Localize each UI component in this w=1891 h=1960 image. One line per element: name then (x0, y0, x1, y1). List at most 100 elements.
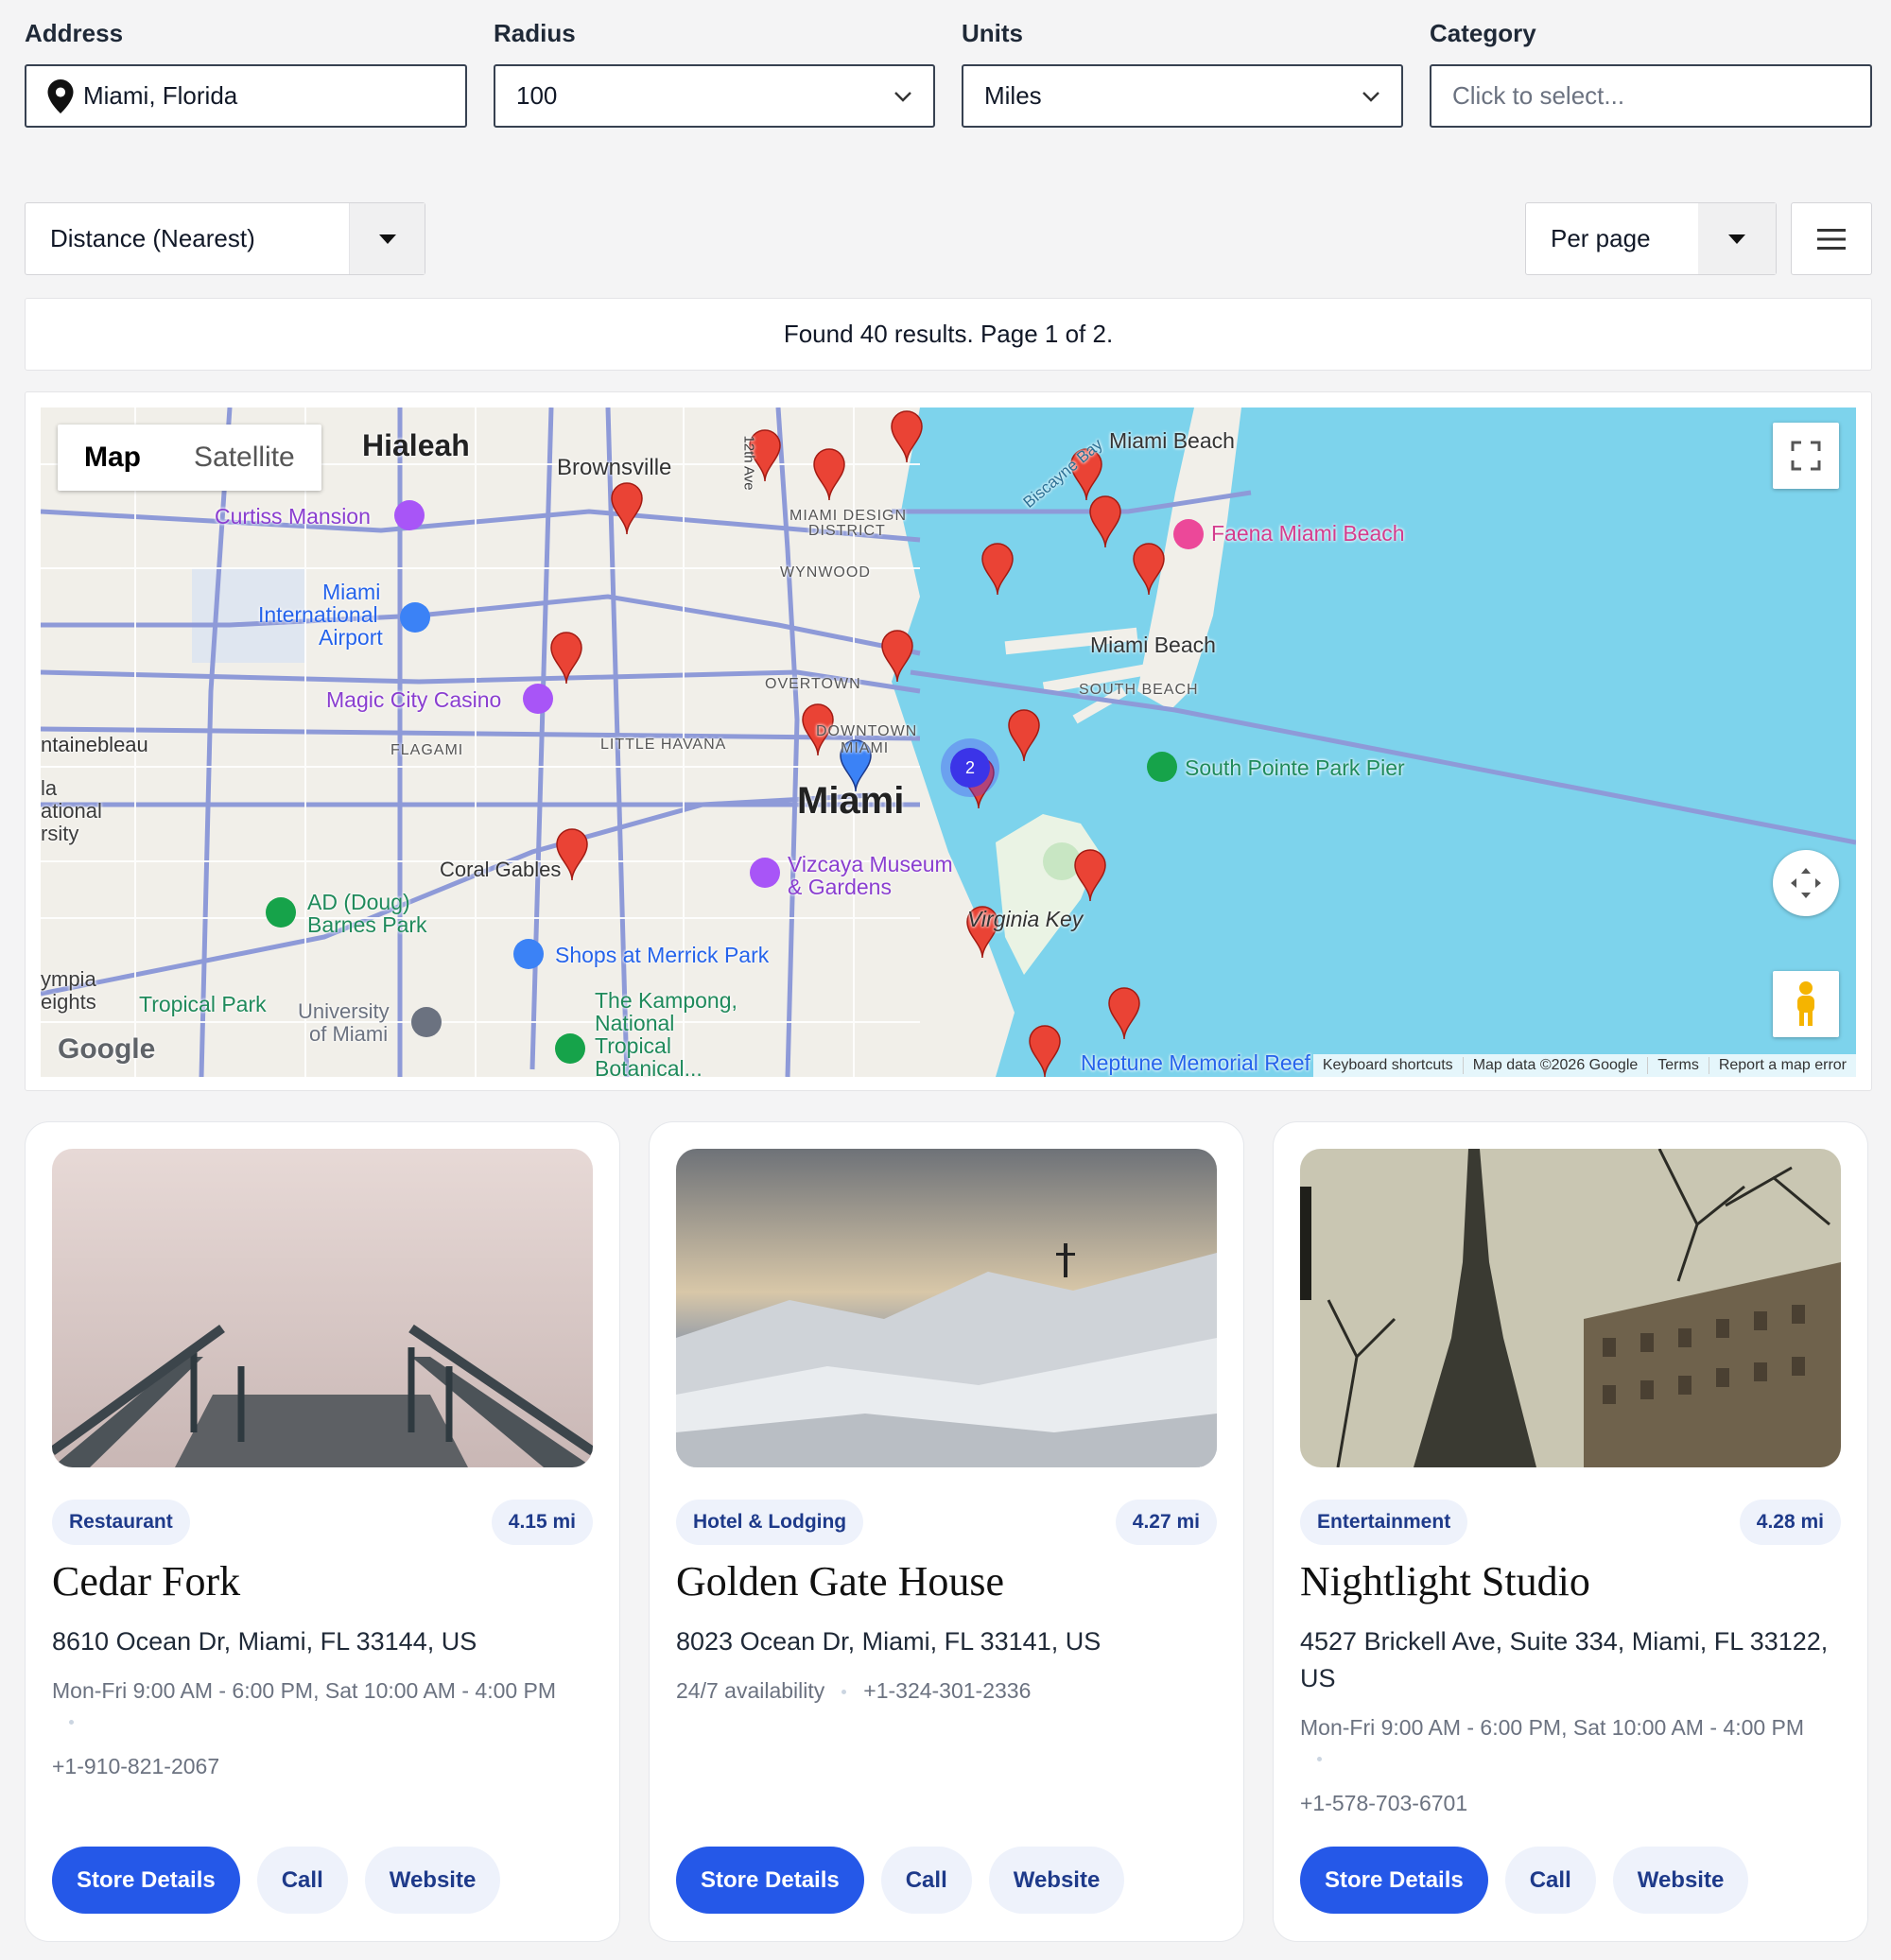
map-label-vizcaya-1[interactable]: Vizcaya Museum (788, 852, 953, 877)
map-label-fiu-3: rsity (41, 822, 79, 845)
caret-down-icon (378, 234, 396, 244)
location-card: Hotel & Lodging 4.27 mi Golden Gate Hous… (649, 1121, 1244, 1942)
location-name[interactable]: Golden Gate House (676, 1557, 1004, 1605)
camera-control-button[interactable] (1773, 850, 1839, 916)
store-details-button[interactable]: Store Details (52, 1847, 240, 1914)
map-cluster-marker[interactable]: 2 (950, 748, 990, 788)
map-label-kampong-4[interactable]: Botanical... (595, 1056, 703, 1077)
location-pin-icon (47, 78, 74, 113)
map-label-merrick-park[interactable]: Shops at Merrick Park (555, 943, 769, 968)
store-details-button[interactable]: Store Details (676, 1847, 864, 1914)
sort-caret[interactable] (349, 203, 425, 274)
map-attribution: Keyboard shortcuts Map data ©2026 Google… (1312, 1054, 1856, 1077)
map-label-olympia-2: eights (41, 990, 96, 1014)
per-page-value: Per page (1551, 224, 1651, 252)
cluster-count: 2 (964, 757, 975, 777)
street-view-button[interactable] (1773, 971, 1839, 1037)
map-label-hialeah: Hialeah (362, 428, 470, 462)
category-label: Category (1430, 19, 1536, 47)
map-label-design-district-2: DISTRICT (808, 523, 886, 539)
map-label-miami-beach: Miami Beach (1090, 633, 1216, 657)
google-logo: Google (58, 1033, 156, 1065)
results-summary: Found 40 results. Page 1 of 2. (25, 298, 1872, 371)
website-button[interactable]: Website (1612, 1847, 1749, 1914)
map-label-fontainebleau: ntainebleau (41, 733, 148, 756)
map-label-airport-2[interactable]: International (258, 602, 378, 628)
location-name[interactable]: Nightlight Studio (1300, 1557, 1590, 1605)
map-label-coral-gables: Coral Gables (440, 858, 562, 881)
map-type-control: Map Satellite (58, 425, 321, 491)
sort-select[interactable]: Distance (Nearest) (25, 202, 425, 275)
map-label-airport-3[interactable]: Airport (319, 625, 383, 650)
terms-link[interactable]: Terms (1647, 1057, 1709, 1074)
map-label-downtown: DOWNTOWN (816, 723, 918, 739)
map-type-map-button[interactable]: Map (58, 425, 167, 491)
location-address: 4527 Brickell Ave, Suite 334, Miami, FL … (1300, 1627, 1829, 1692)
location-address: 8610 Ocean Dr, Miami, FL 33144, US (52, 1627, 477, 1656)
location-phone: +1-578-703-6701 (1300, 1791, 1468, 1815)
location-name[interactable]: Cedar Fork (52, 1557, 240, 1605)
map-label-curtiss-mansion[interactable]: Curtiss Mansion (215, 504, 371, 529)
map-type-satellite-button[interactable]: Satellite (167, 425, 321, 491)
location-address: 8023 Ocean Dr, Miami, FL 33141, US (676, 1627, 1102, 1656)
map-label-wynwood: WYNWOOD (780, 564, 871, 581)
separator-dot (841, 1690, 847, 1695)
map-label-neptune[interactable]: Neptune Memorial Reef (1081, 1050, 1310, 1076)
map-label-magic-city-casino[interactable]: Magic City Casino (326, 687, 501, 713)
units-value: Miles (984, 81, 1042, 110)
map-label-olympia-1: ympia (41, 967, 96, 991)
keyboard-shortcuts-link[interactable]: Keyboard shortcuts (1313, 1057, 1463, 1074)
map-data-credit: Map data ©2026 Google (1462, 1057, 1648, 1074)
location-hours: Mon-Fri 9:00 AM - 6:00 PM, Sat 10:00 AM … (1300, 1712, 1830, 1773)
category-badge: Hotel & Lodging (676, 1500, 864, 1545)
map-label-kampong-3[interactable]: Tropical (595, 1033, 671, 1059)
map-label-vizcaya-2[interactable]: & Gardens (788, 875, 892, 900)
category-placeholder: Click to select... (1452, 81, 1625, 110)
map-label-virginia-key: Virginia Key (967, 907, 1084, 931)
distance-badge: 4.27 mi (1115, 1500, 1217, 1545)
sort-value: Distance (Nearest) (50, 224, 255, 252)
map-label-tropical-park[interactable]: Tropical Park (139, 992, 267, 1017)
card-photo-foggy-stairs (52, 1149, 593, 1467)
map-label-kampong-1[interactable]: The Kampong, (595, 988, 737, 1014)
map-label-barnes-1[interactable]: AD (Doug) (307, 890, 410, 915)
location-card: Entertainment 4.28 mi Nightlight Studio … (1273, 1121, 1868, 1942)
map-label-south-pointe[interactable]: South Pointe Park Pier (1185, 755, 1405, 781)
location-phone: +1-324-301-2336 (863, 1678, 1032, 1703)
per-page-caret[interactable] (1698, 203, 1776, 274)
fullscreen-button[interactable] (1773, 423, 1839, 489)
map-label-barnes-2[interactable]: Barnes Park (307, 912, 427, 938)
map-label-airport-1[interactable]: Miami (322, 580, 380, 605)
website-button[interactable]: Website (988, 1847, 1125, 1914)
radius-select[interactable]: 100 (494, 64, 935, 128)
per-page-select[interactable]: Per page (1525, 202, 1777, 275)
list-view-button[interactable] (1791, 202, 1872, 275)
fullscreen-icon (1791, 441, 1821, 471)
store-details-button[interactable]: Store Details (1300, 1847, 1488, 1914)
chevron-down-icon (1362, 92, 1379, 102)
caret-down-icon (1728, 234, 1745, 244)
map-label-um-2[interactable]: of Miami (309, 1022, 388, 1047)
pan-arrows-icon (1791, 868, 1821, 898)
pegman-icon (1797, 981, 1814, 1026)
call-button[interactable]: Call (1504, 1847, 1596, 1914)
map-label-kampong-2[interactable]: National (595, 1011, 674, 1036)
units-select[interactable]: Miles (962, 64, 1403, 128)
map-canvas[interactable]: Hialeah Brownsville Curtiss Mansion Miam… (41, 408, 1856, 1077)
call-button[interactable]: Call (880, 1847, 972, 1914)
category-badge: Entertainment (1300, 1500, 1468, 1545)
separator-dot (1317, 1757, 1322, 1762)
separator-dot (69, 1720, 74, 1726)
report-error-link[interactable]: Report a map error (1708, 1057, 1856, 1074)
website-button[interactable]: Website (364, 1847, 501, 1914)
map-label-faena[interactable]: Faena Miami Beach (1211, 521, 1405, 546)
card-photo-eiffel-tower (1300, 1149, 1841, 1467)
map-label-miami-beach-north: Miami Beach (1109, 428, 1235, 453)
address-input[interactable]: Miami, Florida (25, 64, 467, 128)
call-button[interactable]: Call (256, 1847, 348, 1914)
map-panel: Hialeah Brownsville Curtiss Mansion Miam… (25, 391, 1872, 1091)
category-select[interactable]: Click to select... (1430, 64, 1872, 128)
map-label-fiu-2: ational (41, 799, 102, 823)
distance-badge: 4.15 mi (491, 1500, 593, 1545)
map-label-um-1[interactable]: University (298, 999, 390, 1024)
